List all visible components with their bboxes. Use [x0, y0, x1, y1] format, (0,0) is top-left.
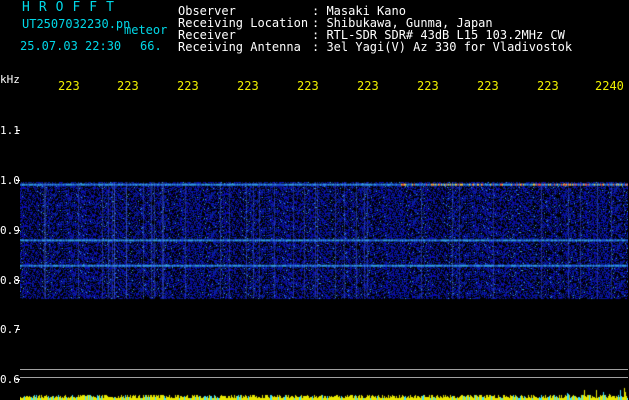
- mode-label: meteor: [124, 23, 168, 37]
- time-tick-label: 223: [117, 80, 139, 92]
- time-tick-label: 223: [477, 80, 499, 92]
- antenna-value: : 3el Yagi(V) Az 330 for Vladivostok: [312, 40, 573, 54]
- antenna-label: Receiving Antenna: [178, 40, 301, 54]
- time-tick-label: 2240: [595, 80, 624, 92]
- y-axis-unit: kHz: [0, 73, 20, 86]
- time-tick-label: 223: [357, 80, 379, 92]
- time-tick-label: 223: [537, 80, 559, 92]
- filename-label: UT2507032230.pn: [22, 17, 131, 31]
- spectrogram-canvas: [20, 96, 628, 400]
- time-tick-label: 223: [177, 80, 199, 92]
- time-tick-label: 223: [58, 80, 80, 92]
- time-tick-label: 223: [237, 80, 259, 92]
- baseline-rule: [20, 377, 628, 378]
- count-label: 66.: [140, 39, 162, 53]
- app-brand: HROFFT: [22, 0, 123, 15]
- datetime-label: 25.07.03 22:30: [20, 39, 122, 53]
- time-tick-label: 223: [417, 80, 439, 92]
- baseline-rule: [20, 369, 628, 370]
- time-tick-label: 223: [297, 80, 319, 92]
